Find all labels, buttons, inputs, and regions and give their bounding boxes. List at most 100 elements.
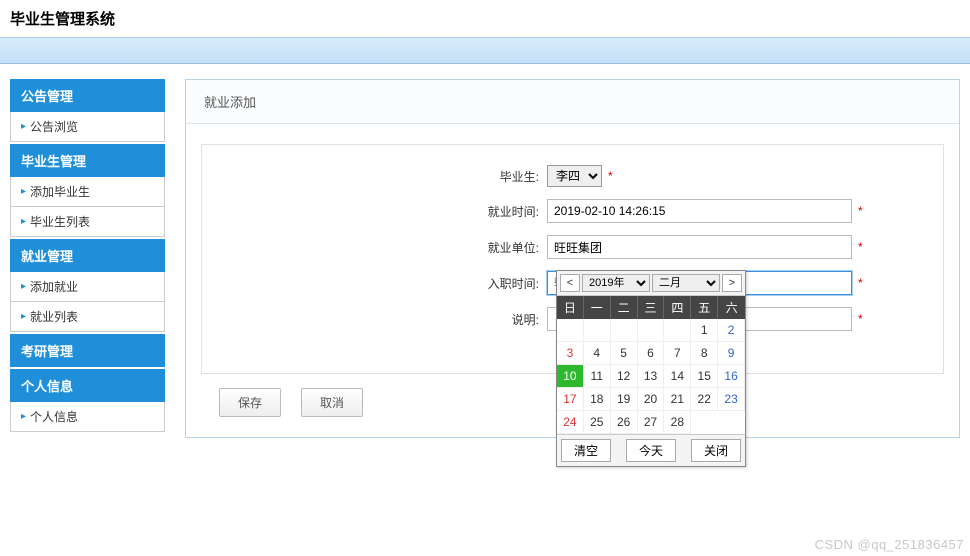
dp-day[interactable]: 23 <box>718 388 745 411</box>
app-header: 毕业生管理系统 <box>0 0 970 38</box>
main-content: 就业添加 毕业生: 李四 * 就业时间: <box>185 79 960 438</box>
nav-section: 个人信息 ▸ 个人信息 <box>10 369 165 432</box>
dp-day[interactable]: 4 <box>584 342 611 365</box>
sidebar: 公告管理▸公告浏览毕业生管理▸添加毕业生▸毕业生列表就业管理▸添加就业▸就业列表… <box>10 79 165 438</box>
dp-day[interactable]: 6 <box>638 342 665 365</box>
nav-item[interactable]: ▸ 添加就业 <box>10 272 165 302</box>
dp-today-button[interactable]: 今天 <box>626 439 676 462</box>
dp-day[interactable]: 26 <box>611 411 638 434</box>
panel-body: 毕业生: 李四 * 就业时间: * <box>186 124 959 437</box>
dp-day[interactable]: 21 <box>664 388 691 411</box>
dp-day[interactable]: 20 <box>638 388 665 411</box>
save-button[interactable]: 保存 <box>219 388 281 417</box>
dp-day-empty <box>664 319 691 342</box>
dp-clear-button[interactable]: 清空 <box>561 439 611 462</box>
dp-weekday: 六 <box>718 296 745 319</box>
dp-day-empty <box>611 319 638 342</box>
dp-day[interactable]: 5 <box>611 342 638 365</box>
dp-weekday: 三 <box>638 296 665 319</box>
dp-day[interactable]: 24 <box>557 411 584 434</box>
nav-item[interactable]: ▸ 个人信息 <box>10 402 165 432</box>
nav-item[interactable]: ▸ 就业列表 <box>10 302 165 332</box>
dp-day[interactable]: 1 <box>691 319 718 342</box>
required-mark: * <box>858 240 863 254</box>
dp-day[interactable]: 9 <box>718 342 745 365</box>
dp-day[interactable]: 14 <box>664 365 691 388</box>
required-mark: * <box>858 204 863 218</box>
required-mark: * <box>608 169 613 183</box>
nav-item[interactable]: ▸添加毕业生 <box>10 177 165 207</box>
dp-footer: 清空 今天 关闭 <box>557 434 745 466</box>
label-graduate: 毕业生: <box>217 168 547 185</box>
required-mark: * <box>858 276 863 290</box>
cancel-button[interactable]: 取消 <box>301 388 363 417</box>
nav-header[interactable]: 考研管理 <box>10 334 165 367</box>
dp-weekdays: 日一二三四五六 <box>557 296 745 319</box>
nav-item[interactable]: ▸公告浏览 <box>10 112 165 142</box>
nav-item-label: 就业列表 <box>30 308 78 325</box>
chevron-right-icon: ▸ <box>21 216 26 227</box>
nav-section: 公告管理▸公告浏览 <box>10 79 165 142</box>
main-container: 公告管理▸公告浏览毕业生管理▸添加毕业生▸毕业生列表就业管理▸添加就业▸就业列表… <box>0 64 970 453</box>
dp-days-grid: 1234567891011121314151617181920212223242… <box>557 319 745 434</box>
nav-item[interactable]: ▸毕业生列表 <box>10 207 165 237</box>
dp-year-select[interactable]: 2019年 <box>582 274 650 292</box>
panel-title: 就业添加 <box>186 80 959 124</box>
label-desc: 说明: <box>217 311 547 328</box>
dp-day[interactable]: 18 <box>584 388 611 411</box>
nav-header[interactable]: 公告管理 <box>10 79 165 112</box>
dp-day-empty <box>638 319 665 342</box>
dp-weekday: 二 <box>611 296 638 319</box>
datepicker: < 2019年 二月 > 日一二三四五六 1234567891011121314… <box>556 270 746 467</box>
dp-day[interactable]: 22 <box>691 388 718 411</box>
dp-day[interactable]: 11 <box>584 365 611 388</box>
dp-day[interactable]: 12 <box>611 365 638 388</box>
dp-weekday: 五 <box>691 296 718 319</box>
chevron-right-icon: ▸ <box>21 281 26 292</box>
watermark: CSDN @qq_251836457 <box>815 537 964 552</box>
dp-day[interactable]: 16 <box>718 365 745 388</box>
dp-day[interactable]: 28 <box>664 411 691 434</box>
chevron-right-icon: ▸ <box>21 411 26 422</box>
dp-day[interactable]: 7 <box>664 342 691 365</box>
dp-day[interactable]: 17 <box>557 388 584 411</box>
dp-weekday: 四 <box>664 296 691 319</box>
nav-item-label: 添加毕业生 <box>30 183 90 200</box>
label-company: 就业单位: <box>217 239 547 256</box>
dp-day[interactable]: 19 <box>611 388 638 411</box>
form-panel: 就业添加 毕业生: 李四 * 就业时间: <box>185 79 960 438</box>
dp-day[interactable]: 15 <box>691 365 718 388</box>
app-title: 毕业生管理系统 <box>10 8 960 29</box>
row-company: 就业单位: * <box>217 235 928 259</box>
dp-day[interactable]: 13 <box>638 365 665 388</box>
nav-item-label: 个人信息 <box>30 408 78 425</box>
select-graduate[interactable]: 李四 <box>547 165 602 187</box>
dp-day[interactable]: 8 <box>691 342 718 365</box>
row-graduate: 毕业生: 李四 * <box>217 165 928 187</box>
dp-day[interactable]: 10 <box>557 365 584 388</box>
dp-close-button[interactable]: 关闭 <box>691 439 741 462</box>
dp-day[interactable]: 3 <box>557 342 584 365</box>
nav-section: 毕业生管理▸添加毕业生▸毕业生列表 <box>10 144 165 237</box>
nav-header[interactable]: 个人信息 <box>10 369 165 402</box>
nav-item-label: 添加就业 <box>30 278 78 295</box>
input-company[interactable] <box>547 235 852 259</box>
dp-weekday: 一 <box>584 296 611 319</box>
dp-weekday: 日 <box>557 296 584 319</box>
dp-day-empty <box>557 319 584 342</box>
dp-day[interactable]: 2 <box>718 319 745 342</box>
dp-day[interactable]: 25 <box>584 411 611 434</box>
required-mark: * <box>858 312 863 326</box>
label-hiretime: 入职时间: <box>217 275 547 292</box>
dp-day[interactable]: 27 <box>638 411 665 434</box>
chevron-right-icon: ▸ <box>21 121 26 132</box>
dp-header: < 2019年 二月 > <box>557 271 745 296</box>
top-bar <box>0 38 970 64</box>
chevron-right-icon: ▸ <box>21 311 26 322</box>
nav-header[interactable]: 就业管理 <box>10 239 165 272</box>
dp-month-select[interactable]: 二月 <box>652 274 720 292</box>
input-jobtime[interactable] <box>547 199 852 223</box>
dp-prev[interactable]: < <box>560 274 580 292</box>
nav-header[interactable]: 毕业生管理 <box>10 144 165 177</box>
dp-next[interactable]: > <box>722 274 742 292</box>
